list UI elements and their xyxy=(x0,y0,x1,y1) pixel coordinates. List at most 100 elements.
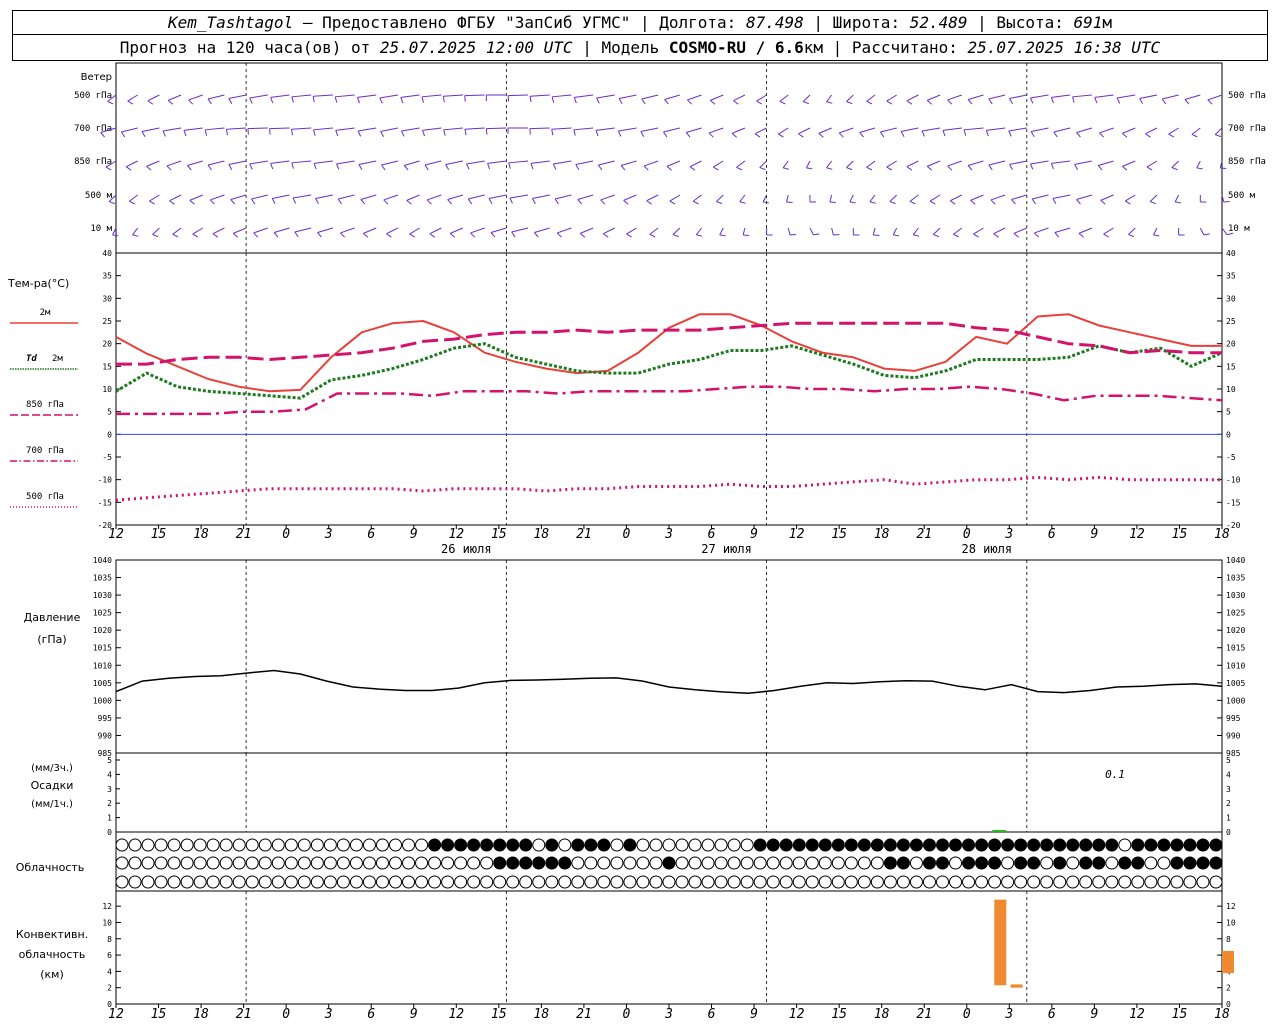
wind-barb xyxy=(1031,198,1036,205)
precip-tick-label-left: 4 xyxy=(107,770,112,779)
cloud-cover-mid xyxy=(857,856,871,870)
wind-barb xyxy=(1162,94,1179,100)
wind-barb xyxy=(985,130,989,137)
cloud-cover-low xyxy=(415,875,429,889)
wind-barb xyxy=(1078,227,1093,234)
pressure-tick-label-right: 1010 xyxy=(1226,661,1245,670)
wind-barb xyxy=(363,232,369,238)
pressure-tick-label-right: 1000 xyxy=(1226,696,1245,705)
wind-barb xyxy=(335,130,339,137)
cloud-cover-mid xyxy=(922,856,936,870)
cloud-cover-mid xyxy=(949,856,963,870)
wind-barb xyxy=(490,227,507,233)
wind-barb xyxy=(422,130,426,137)
pressure-tick-label-right: 995 xyxy=(1226,714,1241,723)
wind-barb xyxy=(426,194,442,201)
cloud-cover-low xyxy=(1040,875,1054,889)
wind-barb xyxy=(169,200,175,205)
wind-barb xyxy=(271,198,276,204)
cloud-cover-mid xyxy=(805,856,819,870)
wind-barb xyxy=(1074,164,1078,170)
cloud-cover-low xyxy=(571,875,585,889)
wind-barb xyxy=(1199,227,1205,236)
wind-barb xyxy=(880,127,897,133)
x-tick-label: 15 xyxy=(1172,527,1188,542)
cloud-cover-low xyxy=(805,875,819,889)
cloud-cover-mid xyxy=(610,856,624,870)
wind-barb xyxy=(314,160,333,164)
wind-barb xyxy=(986,127,1006,131)
cloud-cover-low xyxy=(844,875,858,889)
wind-barb xyxy=(618,98,623,104)
wind-barb xyxy=(1099,127,1114,134)
cloud-cover-high xyxy=(271,838,285,852)
wind-barb xyxy=(529,128,531,135)
wind-barb xyxy=(125,160,138,168)
wind-barb xyxy=(1214,134,1221,138)
cloud-cover-low xyxy=(167,875,181,889)
pressure-tick-label-left: 1000 xyxy=(93,696,112,705)
wind-barb xyxy=(449,227,464,234)
wind-barb xyxy=(913,234,920,237)
x-tick-label: 3 xyxy=(324,527,333,542)
wind-barb xyxy=(575,160,594,165)
cloud-cover-high xyxy=(193,838,207,852)
cloud-cover-mid xyxy=(128,856,142,870)
wind-barb xyxy=(866,100,873,105)
wind-barb xyxy=(686,127,702,133)
cloud-cover-high xyxy=(506,838,520,852)
cloud-cover-low xyxy=(975,875,989,889)
wind-barb xyxy=(315,194,333,199)
wind-barb xyxy=(623,199,629,205)
wind-barb xyxy=(313,163,317,170)
wind-barb xyxy=(292,194,312,199)
x-tick-label: 3 xyxy=(664,527,673,542)
cloud-cover-high xyxy=(219,838,233,852)
pressure-tick-label-right: 1025 xyxy=(1226,609,1245,618)
wind-barb xyxy=(626,227,637,235)
wind-barb xyxy=(953,233,959,238)
wind-barb xyxy=(600,199,606,205)
wind-barb xyxy=(906,160,919,168)
cloud-cover-mid xyxy=(115,856,129,870)
cloud-cover-low xyxy=(271,875,285,889)
wind-barb xyxy=(269,127,290,130)
wind-barb xyxy=(443,129,446,136)
temp-tick-label-right: -10 xyxy=(1226,476,1241,485)
wind-barb xyxy=(253,227,268,234)
wind-barb xyxy=(988,160,1006,166)
cloud-cover-high xyxy=(623,838,637,852)
pressure-tick-label-right: 1040 xyxy=(1226,556,1245,565)
cloud-cover-high xyxy=(949,838,963,852)
cloud-cover-high xyxy=(454,838,468,852)
wind-barb xyxy=(646,200,652,205)
cloud-cover-mid xyxy=(1157,856,1171,870)
x-tick-label: 9 xyxy=(410,1007,418,1022)
wind-barb xyxy=(921,130,925,137)
wind-barb xyxy=(556,232,562,238)
wind-barb xyxy=(866,94,876,102)
wind-barb xyxy=(400,94,420,98)
cloud-cover-mid xyxy=(975,856,989,870)
wind-barb xyxy=(212,233,219,238)
cloud-cover-high xyxy=(779,838,793,852)
wind-barb xyxy=(313,94,333,97)
wind-barb xyxy=(621,160,637,166)
wind-barb xyxy=(1100,199,1106,205)
cloud-cover-mid xyxy=(896,856,910,870)
conv-tick-label-left: 2 xyxy=(107,984,112,993)
wind-barb xyxy=(574,94,594,98)
pressure-tick-label-right: 1020 xyxy=(1226,626,1245,635)
wind-barb xyxy=(778,133,784,138)
wind-barb xyxy=(335,163,340,170)
x-tick-label: 9 xyxy=(750,527,758,542)
wind-barb xyxy=(889,194,898,202)
wind-barb xyxy=(553,160,572,165)
x-tick-label: 15 xyxy=(151,1007,167,1022)
wind-barb xyxy=(187,165,192,171)
x-tick-label: 15 xyxy=(491,527,507,542)
wind-barb xyxy=(756,100,763,105)
wind-barb xyxy=(866,160,876,168)
wind-barb xyxy=(205,127,225,131)
day-label: 28 июля xyxy=(961,542,1012,556)
